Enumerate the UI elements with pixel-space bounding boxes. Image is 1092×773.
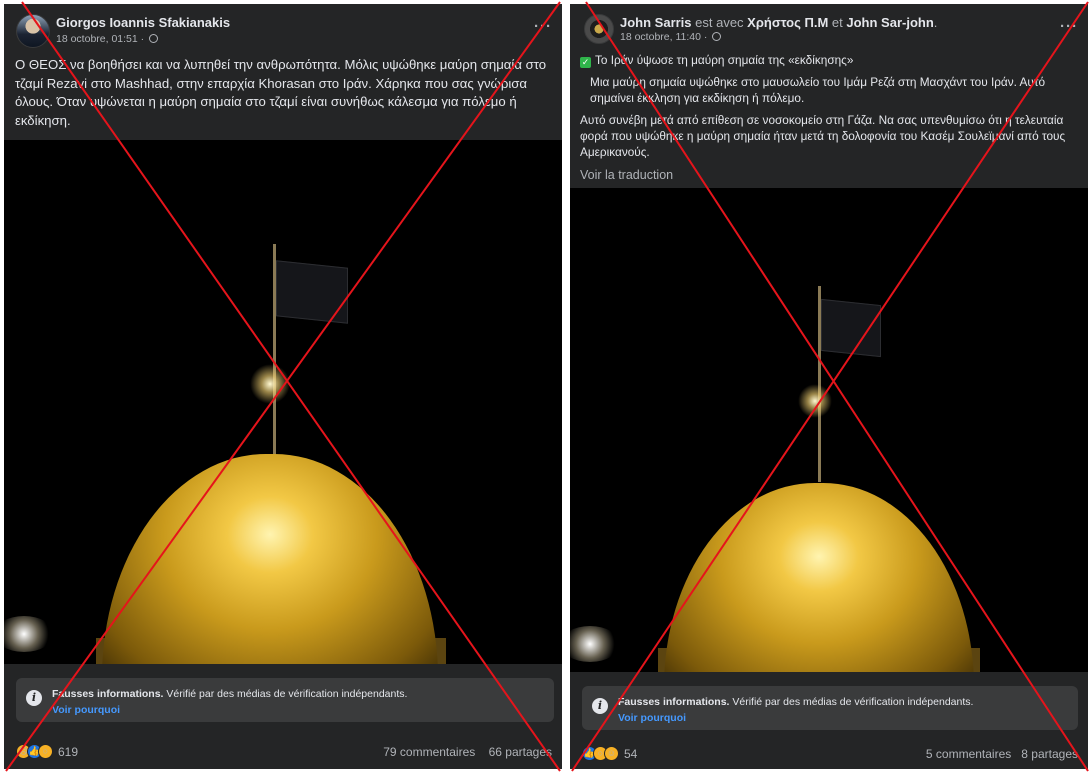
avatar[interactable] xyxy=(584,14,614,44)
photo-glow xyxy=(798,384,832,418)
comments-shares: 79 commentaires 66 partages xyxy=(383,745,552,759)
author-line: Giorgos Ioannis Sfakianakis xyxy=(56,15,230,30)
post-text: Ο ΘΕΟΣ να βοηθήσει και να λυπηθεί την αν… xyxy=(4,48,562,130)
see-why-link[interactable]: Voir pourquoi xyxy=(618,712,686,724)
author-name[interactable]: John Sarris xyxy=(620,15,692,30)
fact-check-banner: i Fausses informations. Vérifié par des … xyxy=(582,686,1078,730)
photo-light xyxy=(4,616,54,652)
post-photo[interactable] xyxy=(570,188,1088,672)
haha-reaction-icon: ☺ xyxy=(604,746,619,761)
wow-reaction-icon: ○ xyxy=(38,744,53,759)
fact-check-desc: Vérifié par des médias de vérification i… xyxy=(729,696,974,708)
author-name[interactable]: Giorgos Ioannis Sfakianakis xyxy=(56,15,230,30)
post-header: Giorgos Ioannis Sfakianakis 18 octobre, … xyxy=(4,4,562,48)
see-translation-link[interactable]: Voir la traduction xyxy=(570,166,1088,182)
comments-count[interactable]: 79 commentaires xyxy=(383,745,475,759)
reactions-bar: ☹ 👍 ○ 619 79 commentaires 66 partages xyxy=(16,744,552,764)
fact-check-text: Fausses informations. Vérifié par des mé… xyxy=(618,696,973,708)
post-headline: ✓ Το Ιράν ύψωσε τη μαύρη σημαία της «εκδί… xyxy=(580,52,1076,68)
globe-icon xyxy=(712,32,722,41)
author-line: John Sarris est avec Χρήστος Π.Μ et John… xyxy=(620,15,937,30)
fact-check-text: Fausses informations. Vérifié par des mé… xyxy=(52,688,407,700)
post-card-right: John Sarris est avec Χρήστος Π.Μ et John… xyxy=(570,4,1088,769)
black-flag xyxy=(821,298,881,358)
post-card-left: Giorgos Ioannis Sfakianakis 18 octobre, … xyxy=(4,4,562,769)
golden-dome xyxy=(102,454,438,664)
post-date: 18 octobre, 11:40 · xyxy=(620,31,722,43)
fact-check-banner: i Fausses informations. Vérifié par des … xyxy=(16,678,554,722)
post-paragraph: Μια μαύρη σημαία υψώθηκε στο μαυσωλείο τ… xyxy=(590,75,1046,105)
check-mark-icon: ✓ xyxy=(580,57,591,68)
fact-check-desc: Vérifié par des médias de vérification i… xyxy=(163,688,408,700)
black-flag xyxy=(276,260,348,324)
post-photo[interactable] xyxy=(4,140,562,664)
and-text: et xyxy=(828,15,847,30)
fact-check-title: Fausses informations. xyxy=(52,688,164,700)
post-paragraph: Αυτό συνέβη μετά από επίθεση σε νοσοκομε… xyxy=(580,113,1066,159)
more-options-button[interactable]: ··· xyxy=(1060,18,1078,35)
photo-glow xyxy=(250,364,290,404)
with-text: est avec xyxy=(691,15,748,30)
more-options-button[interactable]: ··· xyxy=(534,18,552,35)
post-header: John Sarris est avec Χρήστος Π.Μ et John… xyxy=(570,4,1088,48)
period: . xyxy=(933,15,938,30)
post-date-text[interactable]: 18 octobre, 01:51 · xyxy=(56,33,147,45)
shares-count[interactable]: 66 partages xyxy=(489,745,552,759)
fact-check-title: Fausses informations. xyxy=(618,696,730,708)
golden-dome xyxy=(664,483,974,672)
avatar[interactable] xyxy=(16,14,50,48)
tagged-user-2[interactable]: John Sar-john xyxy=(846,15,933,30)
info-icon: i xyxy=(26,690,42,706)
post-text: ✓ Το Ιράν ύψωσε τη μαύρη σημαία της «εκδί… xyxy=(570,48,1088,160)
info-icon: i xyxy=(592,698,608,714)
photo-light xyxy=(570,626,620,662)
post-headline-text: Το Ιράν ύψωσε τη μαύρη σημαία της «εκδίκ… xyxy=(595,53,854,67)
shares-count[interactable]: 8 partages xyxy=(1021,747,1078,761)
reaction-count[interactable]: 619 xyxy=(58,745,78,759)
reactions-bar: 👍 ○ ☺ 54 5 commentaires 8 partages xyxy=(582,746,1078,766)
post-paragraph: Ο ΘΕΟΣ να βοηθήσει και να λυπηθεί την αν… xyxy=(15,57,547,128)
comments-count[interactable]: 5 commentaires xyxy=(926,747,1011,761)
comments-shares: 5 commentaires 8 partages xyxy=(926,747,1078,761)
globe-icon xyxy=(149,34,159,43)
see-why-link[interactable]: Voir pourquoi xyxy=(52,704,120,716)
tagged-user-1[interactable]: Χρήστος Π.Μ xyxy=(747,15,828,30)
post-date: 18 octobre, 01:51 · xyxy=(56,33,159,45)
reaction-count[interactable]: 54 xyxy=(624,747,637,761)
post-date-text[interactable]: 18 octobre, 11:40 · xyxy=(620,31,710,43)
